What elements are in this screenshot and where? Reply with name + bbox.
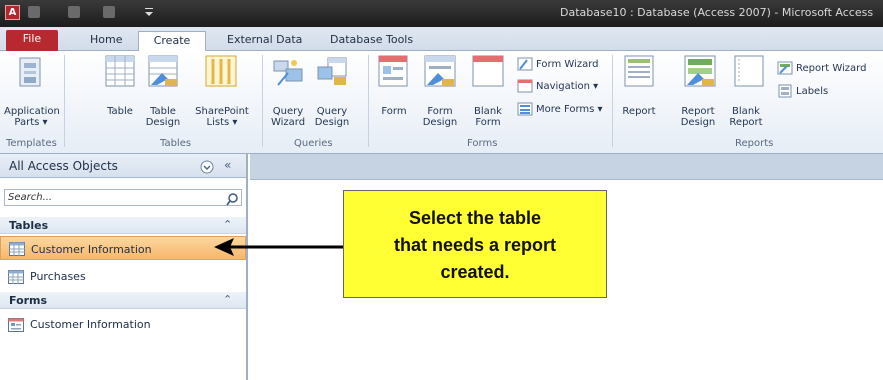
query-design-button[interactable]: Query Design — [310, 106, 354, 128]
more-forms-label: More Forms ▾ — [536, 103, 603, 115]
instruction-callout: Select the table that needs a report cre… — [343, 190, 607, 298]
tab-create[interactable]: Create — [138, 31, 206, 52]
workspace-tab-band — [250, 154, 883, 180]
blank-form-icon — [472, 55, 504, 91]
nav-pane-header[interactable]: All Access Objects « — [0, 154, 246, 178]
ribbon-tabs: File Home Create External Data Database … — [0, 27, 883, 52]
sharepoint-lists-button[interactable]: SharePoint Lists ▾ — [192, 106, 252, 128]
form-button[interactable]: Form — [378, 106, 410, 117]
table-button[interactable]: Table — [104, 106, 136, 117]
ribbon: Application Parts ▾ Templates Table Tabl… — [0, 51, 883, 154]
labels-label: Labels — [796, 85, 829, 97]
section-collapse-icon[interactable]: ⌃ — [223, 293, 232, 306]
nav-item-label: Customer Information — [31, 243, 152, 256]
report-button[interactable]: Report — [620, 106, 658, 117]
group-label-forms: Forms — [467, 138, 498, 149]
nav-search-input[interactable]: Search... — [4, 189, 242, 206]
query-design-icon — [316, 57, 348, 91]
nav-item-label: Purchases — [30, 270, 86, 283]
group-divider — [262, 55, 263, 147]
form-icon — [8, 317, 24, 336]
customize-qat-icon[interactable] — [145, 6, 153, 18]
title-bar: A Database10 : Database (Access 2007) - … — [0, 0, 883, 27]
navigation-button[interactable]: Navigation ▾ — [517, 79, 598, 93]
nav-section-forms[interactable]: Forms ⌃ — [0, 292, 246, 309]
table-icon — [105, 55, 135, 91]
nav-item-customer-information-form[interactable]: Customer Information — [0, 312, 246, 336]
navigation-label: Navigation ▾ — [536, 80, 599, 92]
table-icon — [9, 241, 25, 260]
sharepoint-lists-icon — [205, 55, 237, 91]
group-divider — [64, 55, 65, 147]
group-divider — [368, 55, 369, 147]
form-wizard-label: Form Wizard — [536, 58, 599, 70]
access-app-icon[interactable]: A — [5, 5, 20, 20]
nav-pane-title: All Access Objects — [9, 159, 118, 173]
group-label-reports: Reports — [735, 138, 774, 149]
application-parts-icon — [19, 57, 41, 91]
collapse-nav-icon[interactable]: « — [224, 158, 231, 172]
table-design-button[interactable]: Table Design — [141, 106, 185, 128]
nav-item-customer-information-table[interactable]: Customer Information — [0, 236, 246, 260]
group-divider — [612, 55, 613, 147]
table-design-icon — [148, 55, 178, 91]
tab-database-tools[interactable]: Database Tools — [330, 31, 413, 51]
nav-item-purchases-table[interactable]: Purchases — [0, 264, 246, 288]
group-label-tables: Tables — [160, 138, 192, 149]
query-wizard-button[interactable]: Query Wizard — [268, 106, 308, 128]
labels-button[interactable]: Labels — [777, 84, 828, 98]
group-label-queries: Queries — [294, 138, 333, 149]
navigation-icon — [517, 79, 533, 93]
report-wizard-icon — [777, 61, 793, 75]
blank-report-icon — [734, 55, 764, 91]
nav-search-placeholder: Search... — [8, 192, 53, 203]
report-icon — [624, 55, 654, 91]
report-wizard-label: Report Wizard — [796, 62, 867, 74]
application-parts-button[interactable]: Application Parts ▾ — [4, 106, 60, 128]
blank-report-button[interactable]: Blank Report — [724, 106, 768, 128]
form-design-icon — [424, 55, 456, 91]
nav-item-label: Customer Information — [30, 318, 151, 331]
nav-menu-dropdown-icon[interactable] — [200, 159, 214, 178]
undo-icon[interactable] — [68, 6, 80, 18]
navigation-pane: All Access Objects « Search... Tables ⌃ … — [0, 154, 248, 380]
section-collapse-icon[interactable]: ⌃ — [223, 218, 232, 231]
form-wizard-icon — [517, 57, 533, 71]
callout-arrow — [214, 238, 347, 256]
nav-section-label: Tables — [9, 219, 49, 232]
more-forms-button[interactable]: More Forms ▾ — [517, 102, 603, 116]
nav-section-label: Forms — [9, 294, 48, 307]
table-icon — [8, 269, 24, 288]
window-title: Database10 : Database (Access 2007) - Mi… — [560, 6, 874, 19]
form-design-button[interactable]: Form Design — [419, 106, 461, 128]
callout-text: Select the table that needs a report cre… — [393, 208, 557, 282]
redo-icon[interactable] — [103, 6, 115, 18]
query-wizard-icon — [272, 57, 304, 91]
search-icon[interactable] — [226, 191, 238, 210]
nav-section-tables[interactable]: Tables ⌃ — [0, 217, 246, 234]
report-design-icon — [684, 55, 716, 91]
group-label-templates: Templates — [6, 138, 57, 149]
tab-file[interactable]: File — [6, 30, 58, 51]
report-wizard-button[interactable]: Report Wizard — [777, 61, 866, 75]
blank-form-button[interactable]: Blank Form — [470, 106, 506, 128]
labels-icon — [777, 84, 793, 98]
form-icon — [378, 55, 408, 91]
tab-home[interactable]: Home — [90, 31, 122, 51]
more-forms-icon — [517, 102, 533, 116]
tab-external-data[interactable]: External Data — [227, 31, 302, 51]
save-icon[interactable] — [28, 6, 40, 18]
form-wizard-button[interactable]: Form Wizard — [517, 57, 598, 71]
report-design-button[interactable]: Report Design — [676, 106, 720, 128]
